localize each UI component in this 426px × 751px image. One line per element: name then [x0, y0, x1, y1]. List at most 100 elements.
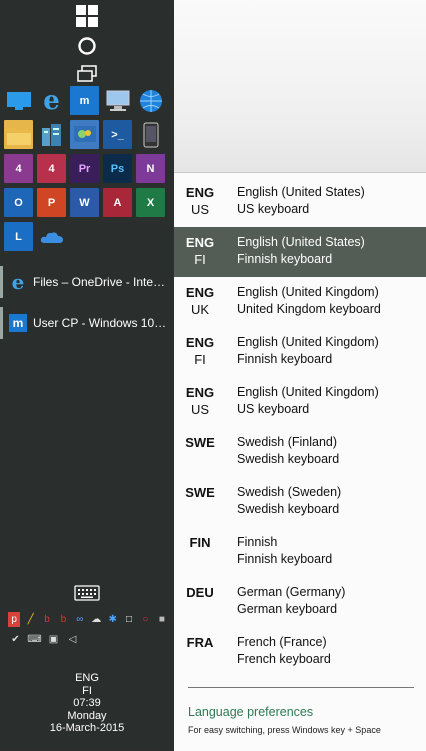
language-name: English (United Kingdom) [237, 385, 379, 399]
start-button[interactable] [70, 2, 104, 30]
phone-icon[interactable] [136, 120, 165, 149]
access-icon[interactable]: A [103, 188, 132, 217]
desktop-icon[interactable] [4, 86, 33, 115]
language-abbreviation: FIN [174, 534, 226, 551]
language-item[interactable]: ENG FI English (United Kingdom) Finnish key… [174, 327, 426, 377]
language-description: German (Germany) German keyboard [237, 584, 345, 618]
search-button[interactable] [70, 32, 104, 60]
outlook-icon[interactable]: O [4, 188, 33, 217]
keyboard-name: Swedish keyboard [237, 452, 340, 466]
tray-icon[interactable]: ▣ [46, 632, 61, 647]
tray-icon[interactable]: ☁ [90, 612, 102, 627]
language-name: Finnish [237, 535, 278, 549]
tray-icon[interactable]: b [41, 612, 53, 627]
language-description: English (United Kingdom) United Kingdom k… [237, 284, 381, 318]
language-preferences-link[interactable]: Language preferences [188, 705, 313, 719]
task-maxthon[interactable]: m User CP - Windows 10 Foru... [0, 305, 174, 341]
cortana-circle-icon [78, 37, 96, 55]
powerpoint-icon[interactable]: P [37, 188, 66, 217]
language-description: Swedish (Sweden) Swedish keyboard [237, 484, 341, 518]
language-name: Swedish (Finland) [237, 435, 338, 449]
language-item[interactable]: ENG US English (United Kingdom) US keyboard [174, 377, 426, 427]
keyboard-name: Finnish keyboard [237, 352, 333, 366]
buildings-icon[interactable] [37, 120, 66, 149]
windows-logo-icon [76, 5, 98, 27]
onenote-2013-icon[interactable]: 4 [4, 154, 33, 183]
language-abbreviation: ENG FI [174, 234, 226, 268]
keyboard-name: US keyboard [237, 402, 310, 416]
pinned-row: 4 4 Pr Ps N [2, 154, 172, 183]
tray-icon[interactable]: ○ [139, 612, 151, 627]
touch-keyboard-button[interactable] [72, 582, 102, 604]
task-view-button[interactable] [70, 60, 104, 88]
keyboard-name: French keyboard [237, 652, 331, 666]
onenote-icon[interactable]: N [136, 154, 165, 183]
language-name: English (United States) [237, 235, 365, 249]
language-abbreviation: SWE [174, 484, 226, 501]
excel-icon[interactable]: X [136, 188, 165, 217]
language-item[interactable]: FRA French (France) French keyboard [174, 627, 426, 677]
tray-icon[interactable]: ■ [156, 612, 168, 627]
premiere-icon[interactable]: Pr [70, 154, 99, 183]
task-internet-explorer[interactable]: e Files – OneDrive - Internet Ex... [0, 264, 174, 300]
pinned-row: L [2, 222, 172, 251]
language-item[interactable]: ENG UK English (United Kingdom) United King… [174, 277, 426, 327]
tray-icon[interactable]: □ [123, 612, 135, 627]
maxthon-icon[interactable]: m [70, 86, 99, 115]
language-item[interactable]: FIN Finnish Finnish keyboard [174, 527, 426, 577]
keyboard-name: United Kingdom keyboard [237, 302, 381, 316]
network-globe-icon[interactable] [136, 86, 165, 115]
clock-time: 07:39 [73, 697, 101, 709]
language-abbreviation: ENG FI [174, 334, 226, 368]
tray-icon[interactable]: b [57, 612, 69, 627]
tray-icon[interactable]: ✱ [106, 612, 118, 627]
tray-icon[interactable]: ╱ [24, 612, 36, 627]
tray-icon[interactable]: ⌨ [27, 632, 42, 647]
app-4-icon[interactable]: 4 [37, 154, 66, 183]
language-code: SWE [185, 485, 215, 500]
language-item[interactable]: SWE Swedish (Sweden) Swedish keyboard [174, 477, 426, 527]
clock-area[interactable]: ENG FI 07:39 Monday 16-March-2015 [0, 672, 174, 735]
computer-icon[interactable] [103, 86, 132, 115]
language-item[interactable]: ENG FI English (United States) Finnish keyb… [174, 227, 426, 277]
language-code: ENG [185, 285, 215, 300]
tray-row: p ╱ b b ∞ ☁ ✱ □ ○ ■ [8, 612, 168, 627]
keyboard-icon [74, 585, 100, 601]
onedrive-icon[interactable] [37, 222, 66, 251]
keyboard-name: Swedish keyboard [237, 502, 340, 516]
language-code: ENG [185, 385, 215, 400]
language-item[interactable]: ENG US English (United States) US keyboard [174, 177, 426, 227]
task-view-icon [77, 65, 97, 82]
language-item[interactable]: DEU German (Germany) German keyboard [174, 577, 426, 627]
tray-icon[interactable]: p [8, 612, 21, 627]
notification-area: p ╱ b b ∞ ☁ ✱ □ ○ ■ ✔ ⌨ ▣ ◁ [8, 612, 168, 652]
pinned-row: em [2, 86, 172, 116]
powershell-icon[interactable]: >_ [103, 120, 132, 149]
control-panel-icon[interactable] [70, 120, 99, 149]
lync-icon[interactable]: L [4, 222, 33, 251]
word-icon[interactable]: W [70, 188, 99, 217]
language-abbreviation: FRA [174, 634, 226, 651]
language-name: Swedish (Sweden) [237, 485, 342, 499]
pinned-row: OPWAX [2, 188, 172, 217]
clock-date: 16-March-2015 [49, 722, 125, 734]
language-name: English (United States) [237, 185, 365, 199]
tray-icon[interactable]: ◁ [65, 632, 80, 647]
language-abbreviation: ENG US [174, 384, 226, 418]
language-code: FIN [189, 535, 211, 550]
photoshop-icon[interactable]: Ps [103, 154, 132, 183]
switching-hint: For easy switching, press Windows key + … [188, 725, 381, 735]
language-item[interactable]: SWE Swedish (Finland) Swedish keyboard [174, 427, 426, 477]
keyboard-name: German keyboard [237, 602, 338, 616]
internet-explorer-icon[interactable]: e [37, 86, 66, 116]
input-language[interactable]: ENG [0, 672, 174, 685]
active-indicator [0, 266, 3, 298]
tray-icon[interactable]: ∞ [74, 612, 86, 627]
file-explorer-icon[interactable] [4, 120, 33, 149]
language-name: English (United Kingdom) [237, 285, 379, 299]
language-description: Finnish Finnish keyboard [237, 534, 332, 568]
language-name: German (Germany) [237, 585, 346, 599]
input-layout[interactable]: FI [0, 685, 174, 698]
language-description: English (United Kingdom) Finnish keyboard [237, 334, 379, 368]
tray-icon[interactable]: ✔ [8, 632, 23, 647]
